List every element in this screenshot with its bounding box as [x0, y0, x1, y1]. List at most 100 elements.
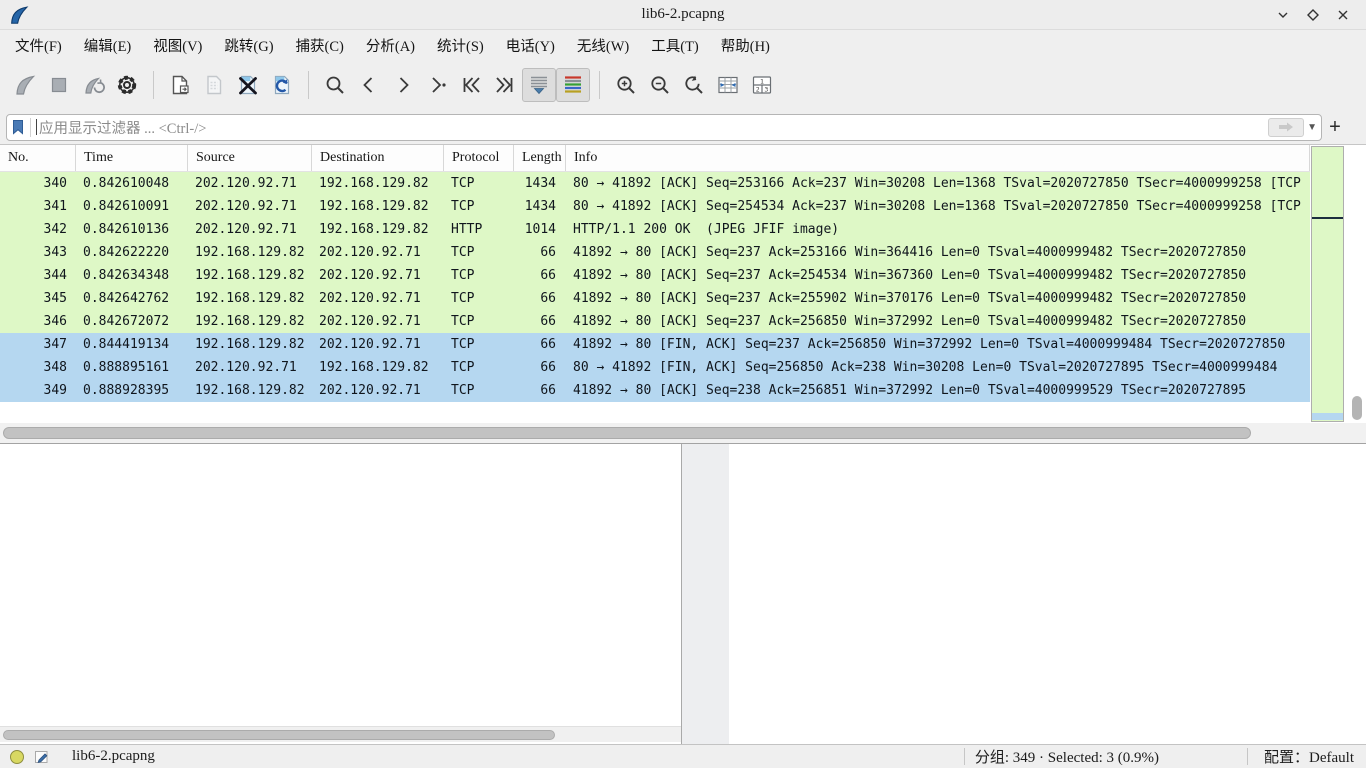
document-close-icon: [236, 73, 260, 97]
cell-protocol: TCP: [444, 195, 514, 218]
column-header-protocol[interactable]: Protocol: [444, 145, 514, 171]
window-title: lib6-2.pcapng: [0, 6, 1366, 23]
apply-filter-button[interactable]: [1268, 118, 1304, 137]
packet-row-347[interactable]: 3470.844419134192.168.129.82202.120.92.7…: [0, 333, 1310, 356]
packet-row-343[interactable]: 3430.842622220192.168.129.82202.120.92.7…: [0, 241, 1310, 264]
stop-capture-button[interactable]: [42, 68, 76, 102]
resize-columns-button[interactable]: [711, 68, 745, 102]
cell-source: 192.168.129.82: [188, 379, 312, 402]
cell-length: 66: [514, 379, 566, 402]
cell-destination: 192.168.129.82: [312, 356, 444, 379]
packet-row-340[interactable]: 3400.842610048202.120.92.71192.168.129.8…: [0, 172, 1310, 195]
pane-splitter[interactable]: [682, 444, 729, 744]
cell-time: 0.842622220: [76, 241, 188, 264]
cell-info: 41892 → 80 [ACK] Seq=237 Ack=256850 Win=…: [566, 310, 1310, 333]
cell-source: 202.120.92.71: [188, 356, 312, 379]
capture-comment-icon[interactable]: [34, 749, 50, 765]
magnifier-minus-icon: [648, 73, 672, 97]
column-header-info[interactable]: Info: [566, 145, 1310, 171]
menu-item-文件(F)[interactable]: 文件(F): [4, 31, 73, 60]
cell-protocol: TCP: [444, 287, 514, 310]
packet-row-346[interactable]: 3460.842672072192.168.129.82202.120.92.7…: [0, 310, 1310, 333]
cell-length: 66: [514, 264, 566, 287]
bookmark-icon[interactable]: [12, 119, 24, 135]
close-button[interactable]: [1328, 2, 1358, 28]
menu-item-分析(A)[interactable]: 分析(A): [355, 31, 426, 60]
intelligent-scrollbar-minimap[interactable]: [1311, 146, 1344, 422]
menu-item-编辑(E)[interactable]: 编辑(E): [73, 31, 143, 60]
filter-dropdown-caret[interactable]: ▼: [1307, 122, 1317, 133]
display-filter-input[interactable]: 应用显示过滤器 ... <Ctrl-/> ▼: [6, 114, 1322, 141]
close-file-button[interactable]: [231, 68, 265, 102]
cell-no: 342: [0, 218, 76, 241]
main-toolbar: 123: [0, 60, 1366, 110]
column-header-length[interactable]: Length: [514, 145, 566, 171]
open-file-button[interactable]: [163, 68, 197, 102]
gear-icon: [115, 73, 139, 97]
menu-item-帮助(H)[interactable]: 帮助(H): [710, 31, 781, 60]
cell-length: 1434: [514, 195, 566, 218]
vertical-scrollbar-thumb[interactable]: [1352, 396, 1362, 420]
add-filter-button[interactable]: +: [1322, 116, 1348, 139]
minimize-button[interactable]: [1268, 2, 1298, 28]
packet-row-348[interactable]: 3480.888895161202.120.92.71192.168.129.8…: [0, 356, 1310, 379]
go-last-button[interactable]: [488, 68, 522, 102]
cell-destination: 192.168.129.82: [312, 172, 444, 195]
packet-row-341[interactable]: 3410.842610091202.120.92.71192.168.129.8…: [0, 195, 1310, 218]
column-header-time[interactable]: Time: [76, 145, 188, 171]
colorize-button[interactable]: [556, 68, 590, 102]
restart-capture-button[interactable]: [76, 68, 110, 102]
find-packet-button[interactable]: [318, 68, 352, 102]
column-header-destination[interactable]: Destination: [312, 145, 444, 171]
maximize-button[interactable]: [1298, 2, 1328, 28]
layout-panes-button[interactable]: 123: [745, 68, 779, 102]
horizontal-scrollbar-thumb[interactable]: [3, 427, 1251, 439]
filter-divider: [30, 118, 31, 137]
menu-item-工具(T)[interactable]: 工具(T): [640, 31, 710, 60]
packet-row-345[interactable]: 3450.842642762192.168.129.82202.120.92.7…: [0, 287, 1310, 310]
menu-item-无线(W)[interactable]: 无线(W): [566, 31, 640, 60]
go-first-button[interactable]: [454, 68, 488, 102]
packet-list-horizontal-scrollbar[interactable]: [0, 423, 1366, 443]
packet-row-349[interactable]: 3490.888928395192.168.129.82202.120.92.7…: [0, 379, 1310, 402]
status-bar: lib6-2.pcapng 分组: 349 · Selected: 3 (0.9…: [0, 744, 1366, 768]
column-header-source[interactable]: Source: [188, 145, 312, 171]
zoom-reset-button[interactable]: [677, 68, 711, 102]
menu-item-捕获(C)[interactable]: 捕获(C): [285, 31, 355, 60]
start-capture-button[interactable]: [8, 68, 42, 102]
cell-time: 0.842610091: [76, 195, 188, 218]
packet-row-342[interactable]: 3420.842610136202.120.92.71192.168.129.8…: [0, 218, 1310, 241]
cell-length: 1434: [514, 172, 566, 195]
save-file-button[interactable]: [197, 68, 231, 102]
go-forward-button[interactable]: [386, 68, 420, 102]
cell-time: 0.842610136: [76, 218, 188, 241]
cell-length: 1014: [514, 218, 566, 241]
double-chevron-left-bar-icon: [459, 73, 483, 97]
cell-length: 66: [514, 310, 566, 333]
menu-item-统计(S)[interactable]: 统计(S): [426, 31, 495, 60]
packet-row-344[interactable]: 3440.842634348192.168.129.82202.120.92.7…: [0, 264, 1310, 287]
detail-pane-horizontal-scrollbar[interactable]: [0, 726, 681, 742]
menu-item-跳转(G)[interactable]: 跳转(G): [213, 31, 284, 60]
vertical-scrollbar[interactable]: [1348, 145, 1366, 423]
profile-label[interactable]: 配置：Default: [1248, 746, 1366, 767]
cell-info: HTTP/1.1 200 OK (JPEG JFIF image): [566, 218, 1310, 241]
reload-file-button[interactable]: [265, 68, 299, 102]
column-header-no[interactable]: No.: [0, 145, 76, 171]
cell-no: 347: [0, 333, 76, 356]
cell-destination: 202.120.92.71: [312, 379, 444, 402]
zoom-out-button[interactable]: [643, 68, 677, 102]
cell-source: 192.168.129.82: [188, 241, 312, 264]
menu-item-电话(Y)[interactable]: 电话(Y): [495, 31, 566, 60]
cell-source: 202.120.92.71: [188, 218, 312, 241]
packet-rows: 3400.842610048202.120.92.71192.168.129.8…: [0, 172, 1310, 402]
detail-scrollbar-thumb[interactable]: [3, 730, 555, 740]
menu-item-视图(V)[interactable]: 视图(V): [142, 31, 213, 60]
zoom-in-button[interactable]: [609, 68, 643, 102]
capture-options-button[interactable]: [110, 68, 144, 102]
expert-info-icon[interactable]: [10, 750, 24, 764]
go-back-button[interactable]: [352, 68, 386, 102]
go-to-packet-button[interactable]: [420, 68, 454, 102]
magnifier-reset-icon: [682, 73, 706, 97]
auto-scroll-button[interactable]: [522, 68, 556, 102]
